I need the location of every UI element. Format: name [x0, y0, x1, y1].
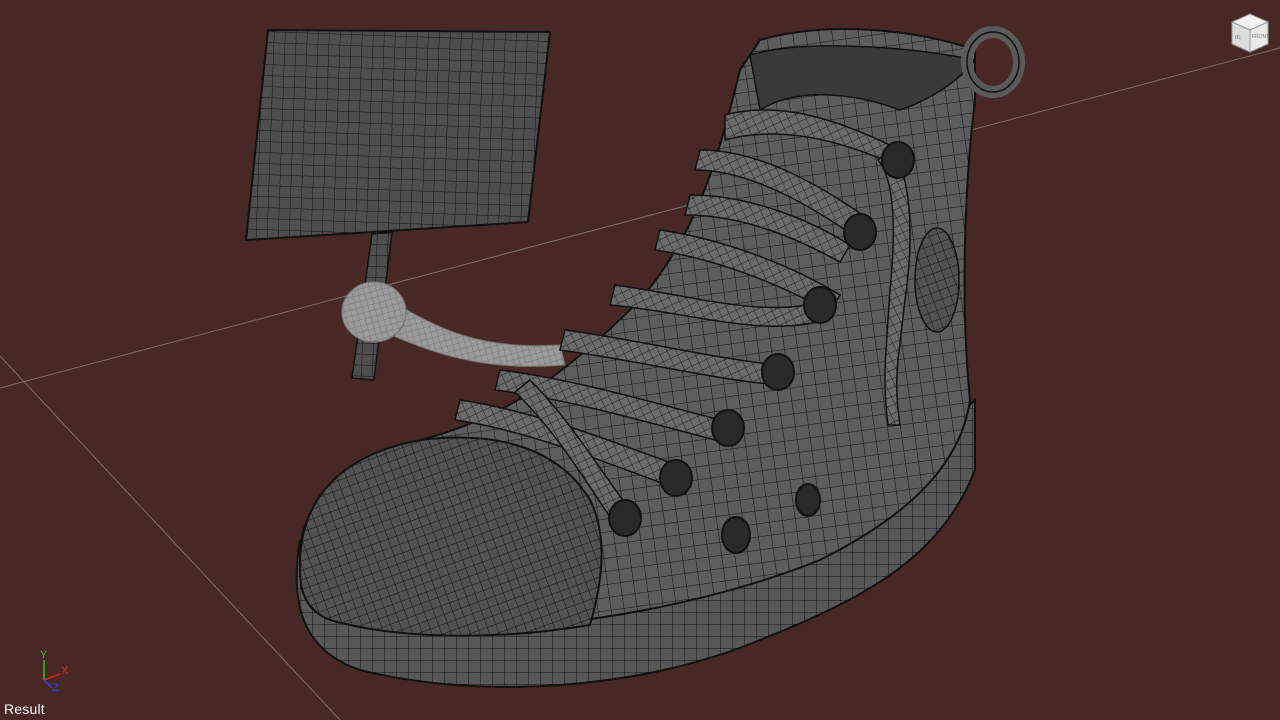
viewport-label: Result [4, 701, 45, 717]
z-axis-label: Z [52, 682, 59, 692]
3d-viewport[interactable]: Y X Z BL FRONT Result [0, 0, 1280, 720]
y-axis-label: Y [40, 649, 48, 661]
scene-canvas[interactable] [0, 0, 1280, 720]
view-cube-left-label: BL [1235, 35, 1241, 41]
view-cube-front-label: FRONT [1252, 34, 1269, 40]
z-axis-line [43, 679, 53, 689]
x-axis-label: X [61, 665, 69, 677]
axis-gizmo: Y X Z [40, 649, 69, 692]
x-axis-line [43, 673, 61, 681]
view-cube[interactable]: BL FRONT [1226, 10, 1272, 56]
